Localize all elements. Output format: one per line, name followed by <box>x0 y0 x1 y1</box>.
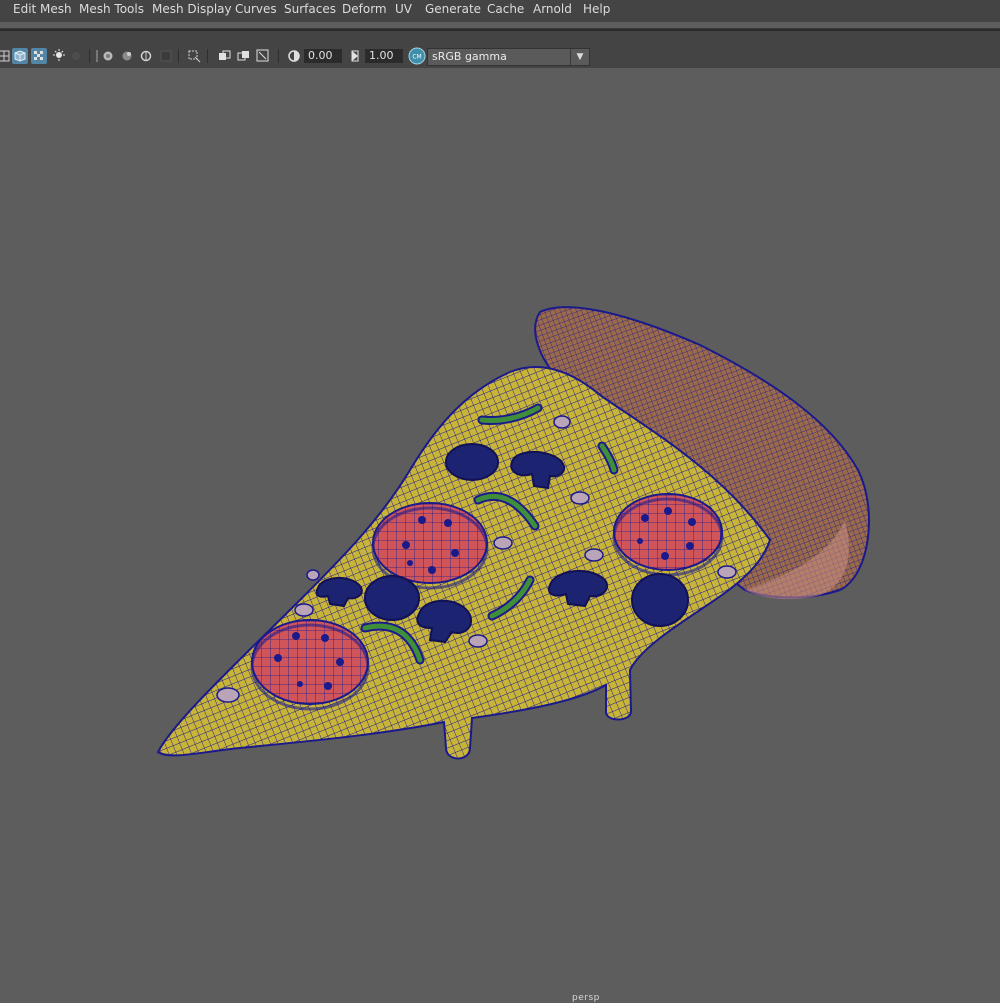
toolbar-divider <box>278 49 279 63</box>
isolate-select-icon[interactable] <box>138 48 154 64</box>
menu-mesh-tools[interactable]: Mesh Tools <box>79 2 144 16</box>
viewport-panel[interactable] <box>0 68 1000 1000</box>
shaded-icon[interactable] <box>12 48 28 64</box>
colorspace-dropdown[interactable]: sRGB gamma ▼ <box>427 48 590 66</box>
menu-help[interactable]: Help <box>583 2 610 16</box>
chevron-down-icon: ▼ <box>570 49 589 65</box>
toolbar-divider <box>178 49 179 63</box>
menu-cache[interactable]: Cache <box>487 2 524 16</box>
grid-icon[interactable] <box>158 48 174 64</box>
pepperoni <box>250 619 370 711</box>
wireframe-on-shaded-icon[interactable] <box>0 48 12 64</box>
menu-curves[interactable]: Curves <box>235 2 277 16</box>
shadows-icon[interactable] <box>68 48 84 64</box>
gate-mask-icon[interactable] <box>186 48 202 64</box>
lights-icon[interactable] <box>51 48 67 64</box>
exposure-icon[interactable] <box>286 48 302 64</box>
menu-edit-mesh[interactable]: Edit Mesh <box>13 2 72 16</box>
exposure-field[interactable]: 0.00 <box>304 49 342 63</box>
xray-icon[interactable] <box>100 48 116 64</box>
toolbar-divider <box>207 49 208 63</box>
camera-label: persp <box>572 993 600 1003</box>
menu-surfaces[interactable]: Surfaces <box>284 2 336 16</box>
pizza-mesh[interactable] <box>0 68 1000 1000</box>
gamma-icon[interactable] <box>347 48 363 64</box>
toolbar-divider <box>89 49 90 63</box>
tool-strip <box>0 31 1000 45</box>
color-management-badge-text: CM <box>412 54 421 61</box>
textured-icon[interactable] <box>31 48 47 64</box>
menu-mesh-display[interactable]: Mesh Display <box>152 2 232 16</box>
pepperoni <box>612 493 724 577</box>
colorspace-value: sRGB gamma <box>432 50 507 63</box>
field-chart-icon[interactable] <box>236 48 252 64</box>
menu-uv[interactable]: UV <box>395 2 412 16</box>
color-management-icon[interactable]: CM <box>408 47 426 65</box>
menu-arnold[interactable]: Arnold <box>533 2 572 16</box>
gamma-field[interactable]: 1.00 <box>365 49 403 63</box>
safe-action-icon[interactable] <box>255 48 271 64</box>
resolution-gate-icon[interactable] <box>217 48 233 64</box>
menu-generate[interactable]: Generate <box>425 2 481 16</box>
menu-deform[interactable]: Deform <box>342 2 387 16</box>
xray-joints-icon[interactable] <box>119 48 135 64</box>
menu-bar: Edit Mesh Mesh Tools Mesh Display Curves… <box>0 0 1000 22</box>
